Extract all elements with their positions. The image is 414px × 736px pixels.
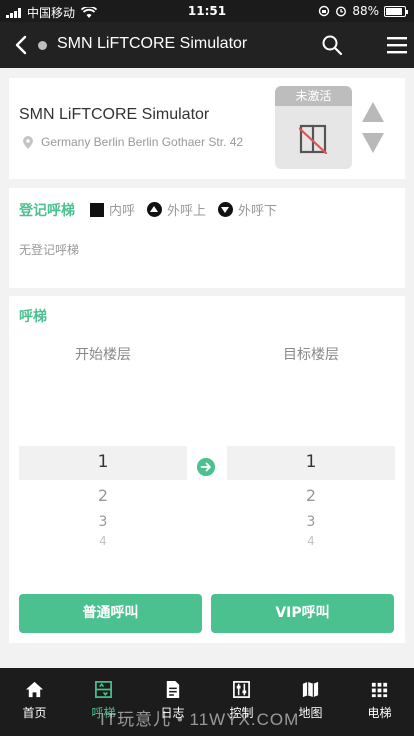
target-floor-option[interactable]: 4 (227, 534, 395, 548)
vip-call-button[interactable]: VIP呼叫 (211, 594, 394, 633)
start-floor-option[interactable]: 2 (19, 486, 187, 505)
target-floor-option[interactable]: 3 (227, 514, 395, 530)
start-floor-option[interactable]: 3 (19, 514, 187, 530)
battery-icon (384, 5, 408, 17)
battery-percent: 88% (352, 4, 379, 18)
inner-call-icon (90, 202, 104, 217)
normal-call-button[interactable]: 普通呼叫 (19, 594, 202, 633)
alarm-icon (336, 6, 347, 17)
elevator-up-icon (362, 102, 384, 122)
elevator-door-icon (299, 124, 327, 154)
legend-inner: 内呼 (90, 200, 135, 219)
legend-inner-label: 内呼 (109, 204, 136, 219)
target-floor-option[interactable]: 2 (227, 486, 395, 505)
elevator-grid-icon (371, 682, 388, 698)
connection-dot (38, 41, 47, 50)
device-name: SMN LiFTCORE Simulator (19, 106, 210, 123)
start-floor-option[interactable]: 1 (19, 452, 187, 472)
map-icon (302, 681, 319, 698)
arrow-right-icon (197, 458, 215, 476)
location-pin-icon (23, 135, 33, 149)
tab-elevator[interactable]: 电梯 (345, 668, 414, 736)
menu-icon[interactable] (386, 34, 408, 56)
log-icon (166, 680, 180, 699)
device-address: Germany Berlin Berlin Gothaer Str. 42 (23, 135, 243, 149)
tab-home-label: 首页 (22, 706, 47, 720)
start-floor-picker[interactable]: 1 2 3 4 (19, 446, 187, 551)
outer-up-call-icon (147, 202, 162, 217)
registered-calls-card: 登记呼梯 内呼 外呼上 外呼下 无登记呼梯 (9, 188, 405, 288)
outer-down-call-icon (218, 202, 233, 217)
target-floor-option[interactable]: 1 (227, 452, 395, 472)
registered-calls-title: 登记呼梯 (19, 203, 75, 219)
tab-home[interactable]: 首页 (0, 668, 69, 736)
status-badge: 未激活 (275, 86, 352, 106)
start-floor-label: 开始楼层 (75, 347, 131, 363)
device-card: SMN LiFTCORE Simulator Germany Berlin Be… (9, 78, 405, 179)
call-card: 呼梯 开始楼层 目标楼层 1 2 3 4 1 2 3 4 普通呼叫 VIP呼叫 (9, 296, 405, 643)
search-icon[interactable] (320, 33, 344, 57)
legend-outer-down: 外呼下 (218, 200, 277, 219)
target-floor-label: 目标楼层 (283, 347, 339, 363)
target-floor-picker[interactable]: 1 2 3 4 (227, 446, 395, 551)
call-title: 呼梯 (19, 309, 47, 325)
nav-bar: SMN LiFTCORE Simulator (0, 22, 414, 68)
legend-outer-down-label: 外呼下 (238, 204, 278, 219)
device-address-text: Germany Berlin Berlin Gothaer Str. 42 (41, 135, 244, 149)
page-title: SMN LiFTCORE Simulator (57, 35, 248, 52)
home-icon (25, 681, 44, 698)
watermark: IT玩意儿 • 11WYX.COM (100, 710, 300, 729)
status-bar: 中国移动 11:51 88% (0, 0, 414, 22)
call-elevator-icon (95, 681, 112, 698)
tab-elevator-label: 电梯 (367, 706, 392, 720)
start-floor-option[interactable]: 4 (19, 534, 187, 548)
rotation-lock-icon (319, 5, 330, 17)
empty-calls-text: 无登记呼梯 (19, 243, 80, 257)
back-icon[interactable] (10, 33, 34, 57)
legend-outer-up-label: 外呼上 (167, 204, 207, 219)
elevator-state-box: 未激活 (275, 86, 352, 169)
elevator-down-icon (362, 133, 384, 153)
control-icon (233, 681, 250, 698)
legend-outer-up: 外呼上 (147, 200, 206, 219)
